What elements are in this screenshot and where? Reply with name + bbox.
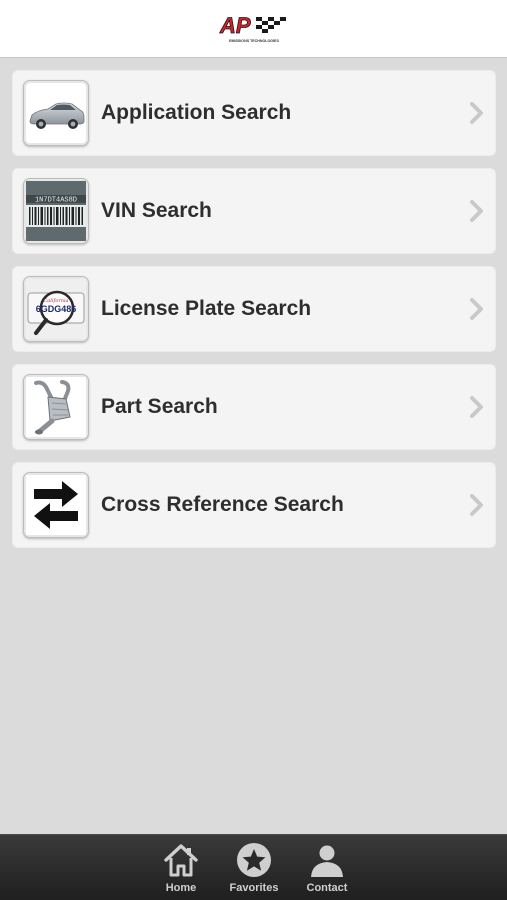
- ap-logo[interactable]: AP EMISSIONS TECHNOLOGIES: [218, 11, 290, 47]
- tab-label: Contact: [306, 882, 348, 894]
- menu-item-part-search[interactable]: Part Search: [12, 364, 496, 450]
- chevron-right-icon: [469, 101, 485, 125]
- chevron-right-icon: [469, 493, 485, 517]
- car-icon: [29, 102, 85, 129]
- barcode-icon: 1N7DT4AS8D: [26, 181, 86, 241]
- menu-item-thumb: California 6GDG486: [23, 276, 89, 342]
- catalytic-converter-icon: [26, 377, 86, 437]
- menu-item-label: Cross Reference Search: [101, 493, 344, 516]
- search-menu: Application Search 1N7DT4AS8D VIN Search…: [12, 70, 496, 560]
- menu-item-label: Application Search: [101, 101, 292, 124]
- tab-label: Favorites: [229, 882, 279, 894]
- menu-item-thumb: 1N7DT4AS8D: [23, 178, 89, 244]
- plate-number-text: 6GDG486: [36, 304, 77, 314]
- menu-item-cross-reference-search[interactable]: Cross Reference Search: [12, 462, 496, 548]
- menu-item-vin-search[interactable]: 1N7DT4AS8D VIN Search: [12, 168, 496, 254]
- vin-sample-text: 1N7DT4AS8D: [35, 197, 77, 205]
- bottom-tab-bar: Home Favorites Contact: [0, 834, 507, 900]
- tab-home[interactable]: Home: [144, 841, 218, 897]
- star-icon: [237, 843, 271, 877]
- chevron-right-icon: [469, 395, 485, 419]
- logo-letters: AP: [219, 13, 251, 38]
- menu-item-thumb: [23, 374, 89, 440]
- person-icon: [311, 845, 343, 877]
- home-icon: [164, 844, 198, 877]
- logo-tagline: EMISSIONS TECHNOLOGIES: [229, 39, 279, 43]
- tab-favorites[interactable]: Favorites: [217, 841, 291, 897]
- app-header: AP EMISSIONS TECHNOLOGIES: [0, 0, 507, 58]
- tab-contact[interactable]: Contact: [290, 841, 364, 897]
- chevron-right-icon: [469, 199, 485, 223]
- menu-item-label: Part Search: [101, 395, 218, 418]
- menu-item-application-search[interactable]: Application Search: [12, 70, 496, 156]
- chevron-right-icon: [469, 297, 485, 321]
- license-plate-icon: California 6GDG486: [26, 279, 86, 339]
- menu-item-thumb: [23, 80, 89, 146]
- menu-item-thumb: [23, 472, 89, 538]
- menu-item-label: License Plate Search: [101, 297, 312, 320]
- menu-item-label: VIN Search: [101, 199, 212, 222]
- tab-label: Home: [165, 882, 197, 894]
- menu-item-license-plate-search[interactable]: California 6GDG486 License Plate Search: [12, 266, 496, 352]
- swap-arrows-icon: [26, 475, 86, 535]
